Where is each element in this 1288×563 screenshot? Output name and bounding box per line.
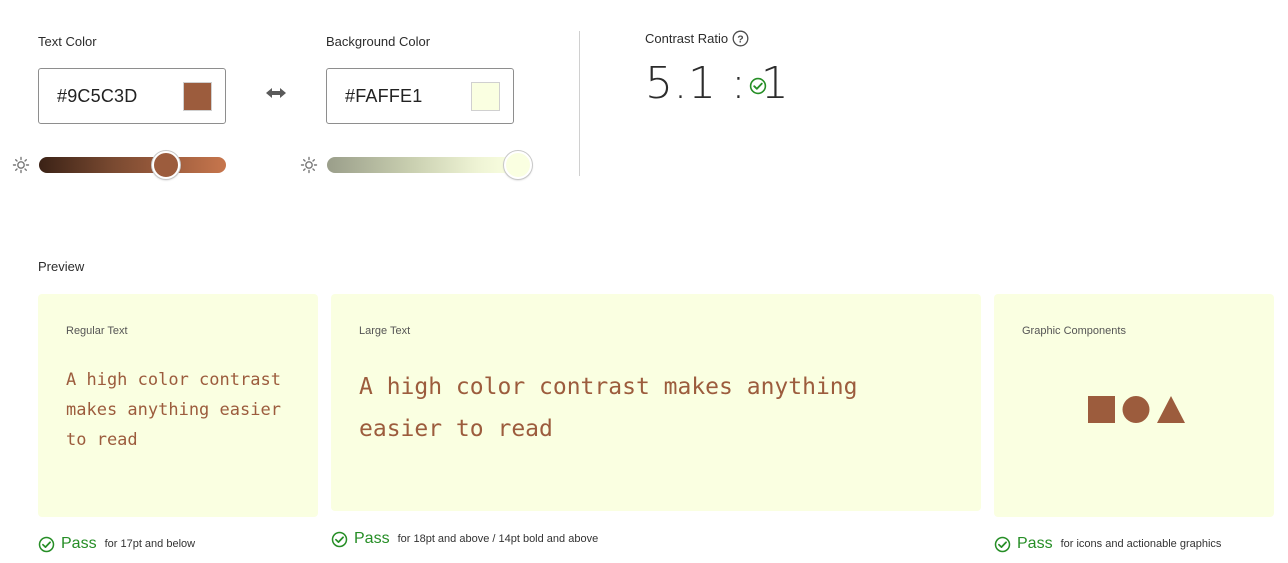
svg-text:?: ?	[737, 34, 743, 46]
large-text-result: Pass for 18pt and above / 14pt bold and …	[331, 530, 598, 548]
contrast-ratio-value: 5.1 : 1	[645, 58, 790, 109]
check-circle-icon	[331, 531, 348, 547]
circle-shape	[1122, 396, 1150, 423]
large-text-sample: A high color contrast makes anything eas…	[359, 374, 858, 442]
background-color-label: Background Color	[326, 34, 431, 49]
pass-note: for icons and actionable graphics	[1060, 538, 1222, 550]
graphic-components-result: Pass for icons and actionable graphics	[994, 535, 1221, 553]
question-circle-icon[interactable]: ?	[732, 30, 749, 47]
section-divider	[579, 31, 580, 176]
pass-note: for 18pt and above / 14pt bold and above	[397, 533, 599, 545]
background-brightness-slider[interactable]	[327, 157, 514, 173]
text-color-label: Text Color	[38, 34, 97, 49]
background-brightness-thumb[interactable]	[504, 151, 532, 179]
check-circle-icon	[38, 536, 55, 552]
pass-label: Pass	[1017, 535, 1053, 552]
graphic-shapes	[1088, 396, 1185, 423]
text-color-swatch[interactable]	[183, 82, 212, 111]
background-color-hex[interactable]: #FAFFE1	[345, 86, 422, 107]
graphic-components-preview-card: Graphic Components	[994, 294, 1274, 517]
regular-text-preview-card: Regular Text A high color contrast makes…	[38, 294, 318, 517]
graphic-components-label: Graphic Components	[1022, 325, 1126, 337]
brightness-sun-icon	[300, 156, 318, 174]
text-brightness-slider[interactable]	[39, 157, 226, 173]
swap-arrows-icon[interactable]	[264, 84, 288, 102]
regular-text-result: Pass for 17pt and below	[38, 535, 195, 553]
text-color-hex[interactable]: #9C5C3D	[57, 86, 137, 107]
regular-text-sample: A high color contrast makes anything eas…	[66, 370, 281, 450]
triangle-shape	[1157, 396, 1185, 423]
large-text-preview-card: Large Text A high color contrast makes a…	[331, 294, 981, 511]
contrast-ratio-title: Contrast Ratio	[645, 31, 729, 46]
text-brightness-thumb[interactable]	[152, 151, 180, 179]
pass-note: for 17pt and below	[104, 538, 196, 550]
background-color-input[interactable]: #FAFFE1	[326, 68, 514, 124]
check-circle-icon	[749, 77, 767, 95]
brightness-sun-icon	[12, 156, 30, 174]
text-color-input[interactable]: #9C5C3D	[38, 68, 226, 124]
pass-label: Pass	[61, 535, 97, 552]
large-text-label: Large Text	[359, 325, 411, 337]
check-circle-icon	[994, 536, 1011, 552]
square-shape	[1088, 396, 1115, 423]
background-color-swatch[interactable]	[471, 82, 500, 111]
pass-label: Pass	[354, 530, 390, 547]
regular-text-label: Regular Text	[66, 325, 128, 337]
preview-title: Preview	[38, 259, 85, 274]
